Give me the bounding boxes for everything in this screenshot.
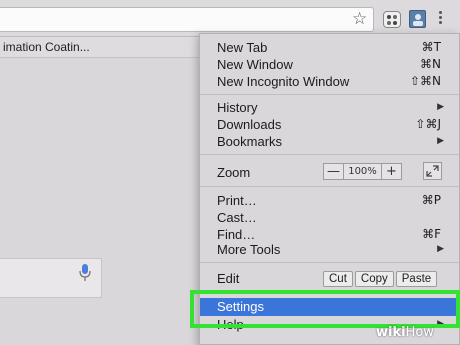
zoom-in-button[interactable]: + bbox=[382, 164, 401, 179]
menu-item-label: New Tab bbox=[217, 40, 268, 55]
menu-item-label: New Window bbox=[217, 57, 293, 72]
shortcut-label: ⇧⌘N bbox=[409, 74, 441, 88]
address-bar[interactable] bbox=[0, 7, 374, 32]
shortcut-label: ⌘N bbox=[420, 57, 441, 71]
menu-item-label: New Incognito Window bbox=[217, 74, 350, 89]
shortcut-label: ⌘P bbox=[421, 193, 441, 207]
menu-item-downloads[interactable]: Downloads ⇧⌘J bbox=[200, 116, 459, 133]
chrome-main-menu: New Tab ⌘T New Window ⌘N New Incognito W… bbox=[199, 33, 460, 345]
menu-item-label: Zoom bbox=[217, 165, 251, 180]
menu-item-more-tools[interactable]: More Tools ▶ bbox=[200, 241, 459, 258]
menu-divider bbox=[200, 94, 459, 95]
zoom-control: — 100% + bbox=[323, 163, 402, 180]
profile-extension-icon[interactable] bbox=[409, 10, 426, 28]
menu-item-label: Print… bbox=[217, 193, 257, 208]
shortcut-label: ⇧⌘J bbox=[415, 117, 441, 131]
menu-divider bbox=[200, 186, 459, 187]
menu-divider bbox=[200, 262, 459, 263]
star-icon[interactable]: ☆ bbox=[352, 9, 367, 29]
cut-button[interactable]: Cut bbox=[323, 271, 353, 287]
menu-item-label: Downloads bbox=[217, 117, 282, 132]
menu-item-history[interactable]: History ▶ bbox=[200, 99, 459, 116]
submenu-arrow-icon: ▶ bbox=[437, 244, 444, 254]
menu-item-print[interactable]: Print… ⌘P bbox=[200, 192, 459, 209]
menu-divider bbox=[200, 154, 459, 155]
menu-item-new-tab[interactable]: New Tab ⌘T bbox=[200, 39, 459, 56]
browser-toolbar: ☆ bbox=[0, 0, 460, 37]
fullscreen-icon[interactable] bbox=[423, 162, 442, 180]
menu-item-label: Cast… bbox=[217, 210, 257, 225]
bookmark-item[interactable]: imation Coatin... bbox=[3, 40, 90, 54]
zoom-level: 100% bbox=[343, 164, 382, 179]
menu-item-edit: Edit Cut Copy Paste bbox=[200, 269, 459, 289]
menu-item-label: Edit bbox=[217, 271, 240, 286]
menu-item-label: Settings bbox=[217, 299, 264, 314]
menu-item-new-window[interactable]: New Window ⌘N bbox=[200, 56, 459, 73]
paste-button[interactable]: Paste bbox=[395, 271, 438, 287]
menu-item-new-incognito-window[interactable]: New Incognito Window ⇧⌘N bbox=[200, 73, 459, 90]
menu-item-label: Bookmarks bbox=[217, 134, 283, 149]
zoom-out-button[interactable]: — bbox=[324, 164, 343, 179]
submenu-arrow-icon: ▶ bbox=[437, 319, 444, 329]
copy-button[interactable]: Copy bbox=[354, 271, 394, 287]
shortcut-label: ⌘T bbox=[421, 40, 441, 54]
submenu-arrow-icon: ▶ bbox=[437, 136, 444, 146]
menu-item-label: More Tools bbox=[217, 242, 281, 257]
extension-icon[interactable] bbox=[383, 11, 401, 28]
menu-item-bookmarks[interactable]: Bookmarks ▶ bbox=[200, 133, 459, 150]
kebab-menu-icon[interactable] bbox=[435, 10, 445, 28]
submenu-arrow-icon: ▶ bbox=[437, 102, 444, 112]
edit-button-group: Cut Copy Paste bbox=[323, 271, 438, 287]
menu-item-zoom: Zoom — 100% + bbox=[200, 161, 459, 183]
menu-item-label: History bbox=[217, 100, 258, 115]
menu-item-label: Help bbox=[217, 317, 244, 332]
microphone-icon[interactable] bbox=[79, 263, 91, 283]
menu-divider bbox=[200, 292, 459, 293]
menu-item-settings[interactable]: Settings bbox=[200, 298, 459, 316]
menu-item-cast[interactable]: Cast… bbox=[200, 209, 459, 226]
watermark-logo: wikiHow bbox=[376, 325, 434, 340]
